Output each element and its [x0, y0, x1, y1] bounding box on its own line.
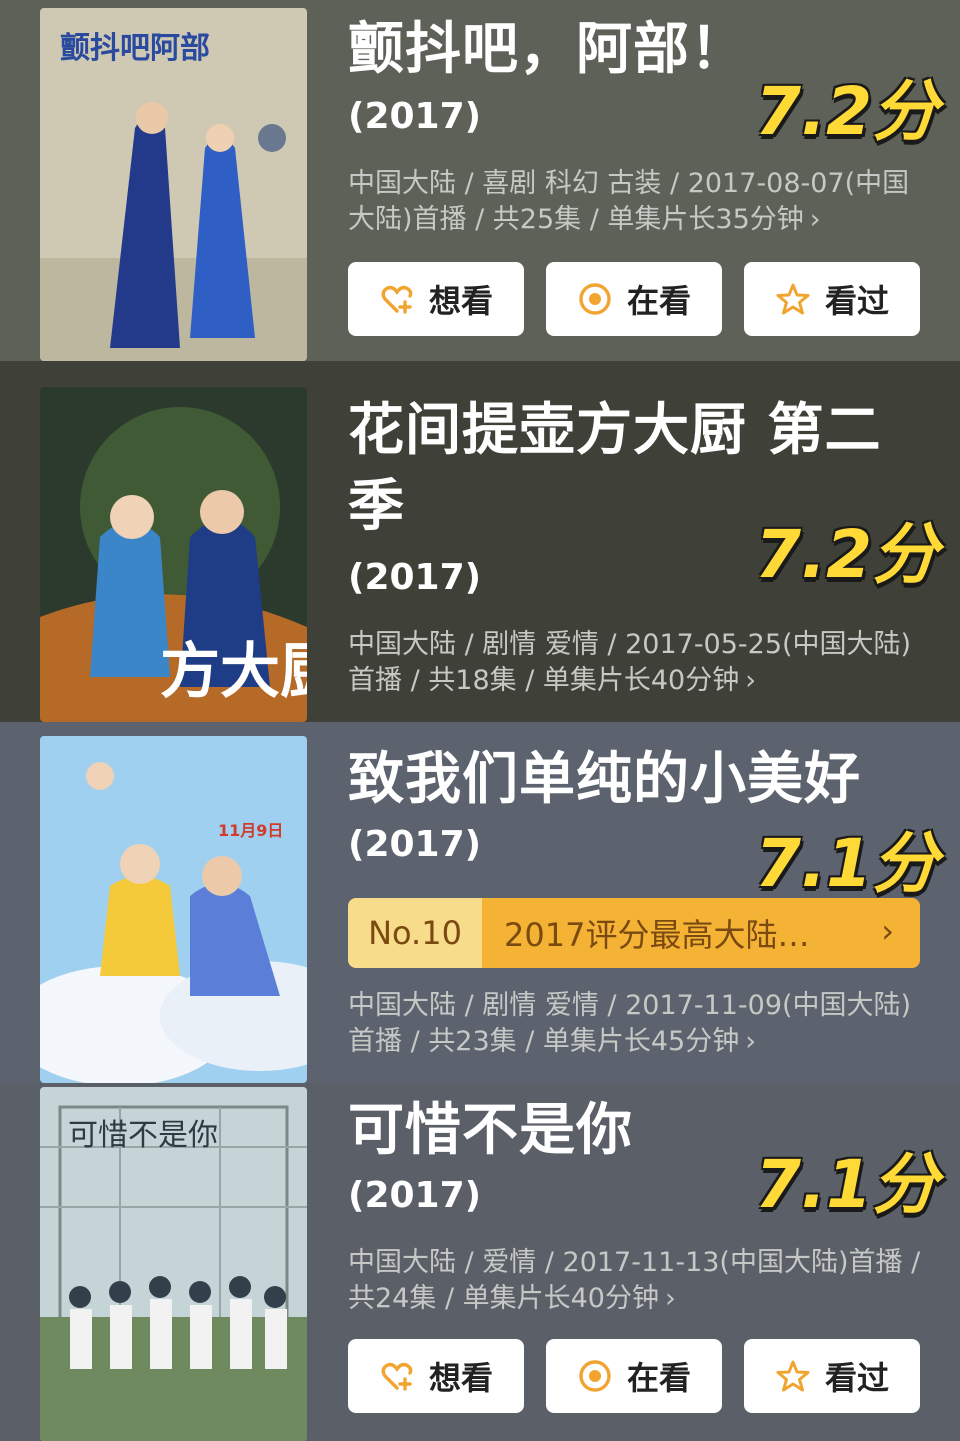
show-year: (2017)	[348, 557, 482, 598]
poster-title-text: 可惜不是你	[68, 1118, 218, 1153]
want-to-watch-label: 想看	[428, 282, 493, 320]
want-to-watch-button[interactable]: 想看	[348, 262, 524, 336]
show-meta[interactable]: 中国大陆 / 剧情 爱情 / 2017-11-09(中国大陆)首播 / 共23集…	[348, 988, 928, 1060]
poster-image[interactable]: 方大厨	[40, 387, 307, 722]
poster-art: 方大厨	[40, 387, 307, 722]
poster-image[interactable]: 11月9日	[40, 736, 307, 1083]
score-badge: 7.1分	[755, 1146, 938, 1223]
heart-plus-icon	[381, 1362, 413, 1391]
chevron-right-icon: ›	[745, 665, 757, 696]
chevron-right-icon: ›	[745, 1026, 757, 1057]
score-badge: 7.2分	[755, 73, 938, 150]
star-icon	[776, 1360, 810, 1392]
chevron-right-icon: ›	[881, 912, 894, 950]
show-card[interactable]: 11月9日 致我们单纯的小美好 (2017) 7.1分 No.10 2017评分…	[0, 722, 960, 1083]
show-meta[interactable]: 中国大陆 / 喜剧 科幻 古装 / 2017-08-07(中国大陆)首播 / 共…	[348, 166, 928, 238]
watching-button[interactable]: 在看	[546, 1339, 722, 1413]
watched-button[interactable]: 看过	[744, 1339, 920, 1413]
watching-label: 在看	[626, 1359, 691, 1397]
poster-image[interactable]: 颤抖吧阿部	[40, 8, 307, 361]
show-title[interactable]: 颤抖吧，阿部！	[348, 12, 747, 88]
watched-button[interactable]: 看过	[744, 262, 920, 336]
poster-title-text: 颤抖吧阿部	[60, 31, 210, 66]
chevron-right-icon: ›	[664, 1283, 676, 1314]
poster-date-text: 11月9日	[218, 821, 283, 840]
star-icon	[776, 283, 810, 315]
show-year: (2017)	[348, 96, 482, 137]
show-meta[interactable]: 中国大陆 / 剧情 爱情 / 2017-05-25(中国大陆)首播 / 共18集…	[348, 627, 928, 699]
meta-text: 中国大陆 / 剧情 爱情 / 2017-05-25(中国大陆)首播 / 共18集…	[348, 629, 912, 696]
poster-art: 可惜不是你	[40, 1087, 307, 1441]
poster-image[interactable]: 可惜不是你	[40, 1087, 307, 1441]
heart-plus-icon	[381, 285, 413, 314]
poster-art: 颤抖吧阿部	[40, 8, 307, 361]
rank-list-link[interactable]: 2017评分最高大陆… ›	[482, 898, 920, 968]
rank-number: No.10	[348, 898, 482, 968]
action-buttons: 想看 在看 看过	[348, 1339, 920, 1413]
poster-title-text: 方大厨	[160, 637, 307, 707]
ranking-banner[interactable]: No.10 2017评分最高大陆… ›	[348, 898, 920, 968]
watching-circle-icon	[579, 1360, 611, 1392]
watched-label: 看过	[824, 1359, 889, 1397]
show-card[interactable]: 方大厨 花间提壶方大厨 第二季 (2017) 7.2分 中国大陆 / 剧情 爱情…	[0, 361, 960, 722]
score-badge: 7.2分	[755, 516, 938, 593]
meta-text: 中国大陆 / 爱情 / 2017-11-13(中国大陆)首播 / 共24集 / …	[348, 1247, 921, 1314]
show-card[interactable]: 可惜不是你 可惜不是你 (2017) 7.1分 中国大陆 / 爱情 / 2017…	[0, 1083, 960, 1441]
score-badge: 7.1分	[755, 825, 938, 902]
show-title[interactable]: 致我们单纯的小美好	[348, 742, 861, 818]
show-meta[interactable]: 中国大陆 / 爱情 / 2017-11-13(中国大陆)首播 / 共24集 / …	[348, 1245, 928, 1317]
show-year: (2017)	[348, 824, 482, 865]
watching-circle-icon	[579, 283, 611, 315]
action-buttons: 想看 在看 看过	[348, 262, 920, 336]
watching-label: 在看	[626, 282, 691, 320]
watching-button[interactable]: 在看	[546, 262, 722, 336]
chevron-right-icon: ›	[809, 204, 821, 235]
want-to-watch-label: 想看	[428, 1359, 493, 1397]
rank-list-label: 2017评分最高大陆…	[504, 916, 810, 954]
meta-text: 中国大陆 / 喜剧 科幻 古装 / 2017-08-07(中国大陆)首播 / 共…	[348, 168, 910, 235]
want-to-watch-button[interactable]: 想看	[348, 1339, 524, 1413]
poster-art: 11月9日	[40, 736, 307, 1083]
show-title[interactable]: 可惜不是你	[348, 1093, 633, 1169]
show-card[interactable]: 颤抖吧阿部 颤抖吧，阿部！ (2017) 7.2分 中国大陆 / 喜剧 科幻 古…	[0, 0, 960, 361]
meta-text: 中国大陆 / 剧情 爱情 / 2017-11-09(中国大陆)首播 / 共23集…	[348, 990, 912, 1057]
watched-label: 看过	[824, 282, 889, 320]
show-year: (2017)	[348, 1175, 482, 1216]
